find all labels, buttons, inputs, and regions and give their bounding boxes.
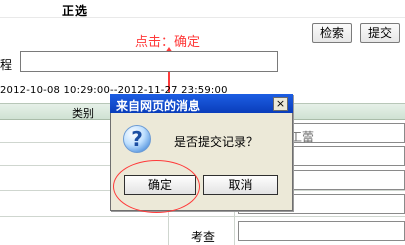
question-icon: ? [123, 125, 151, 153]
course-label: 程 [0, 58, 13, 72]
top-bar [0, 0, 405, 18]
dialog-title: 来自网页的消息 [116, 99, 201, 113]
cancel-button[interactable]: 取消 [203, 175, 278, 195]
submit-button[interactable]: 提交 [360, 23, 400, 43]
dialog-message: 是否提交记录？ [174, 135, 259, 149]
table-row-divider [0, 216, 405, 217]
category-column-header: 类别 [72, 107, 94, 120]
name-partial-text: 工蕾 [290, 130, 315, 144]
search-button[interactable]: 检索 [312, 23, 352, 43]
close-icon[interactable]: × [273, 97, 288, 111]
exam-type-label: 考查 [191, 230, 216, 244]
annotation-circle [113, 160, 200, 213]
course-input[interactable] [20, 51, 278, 72]
table-field[interactable] [238, 221, 405, 241]
page-title: 正选 [62, 4, 89, 18]
